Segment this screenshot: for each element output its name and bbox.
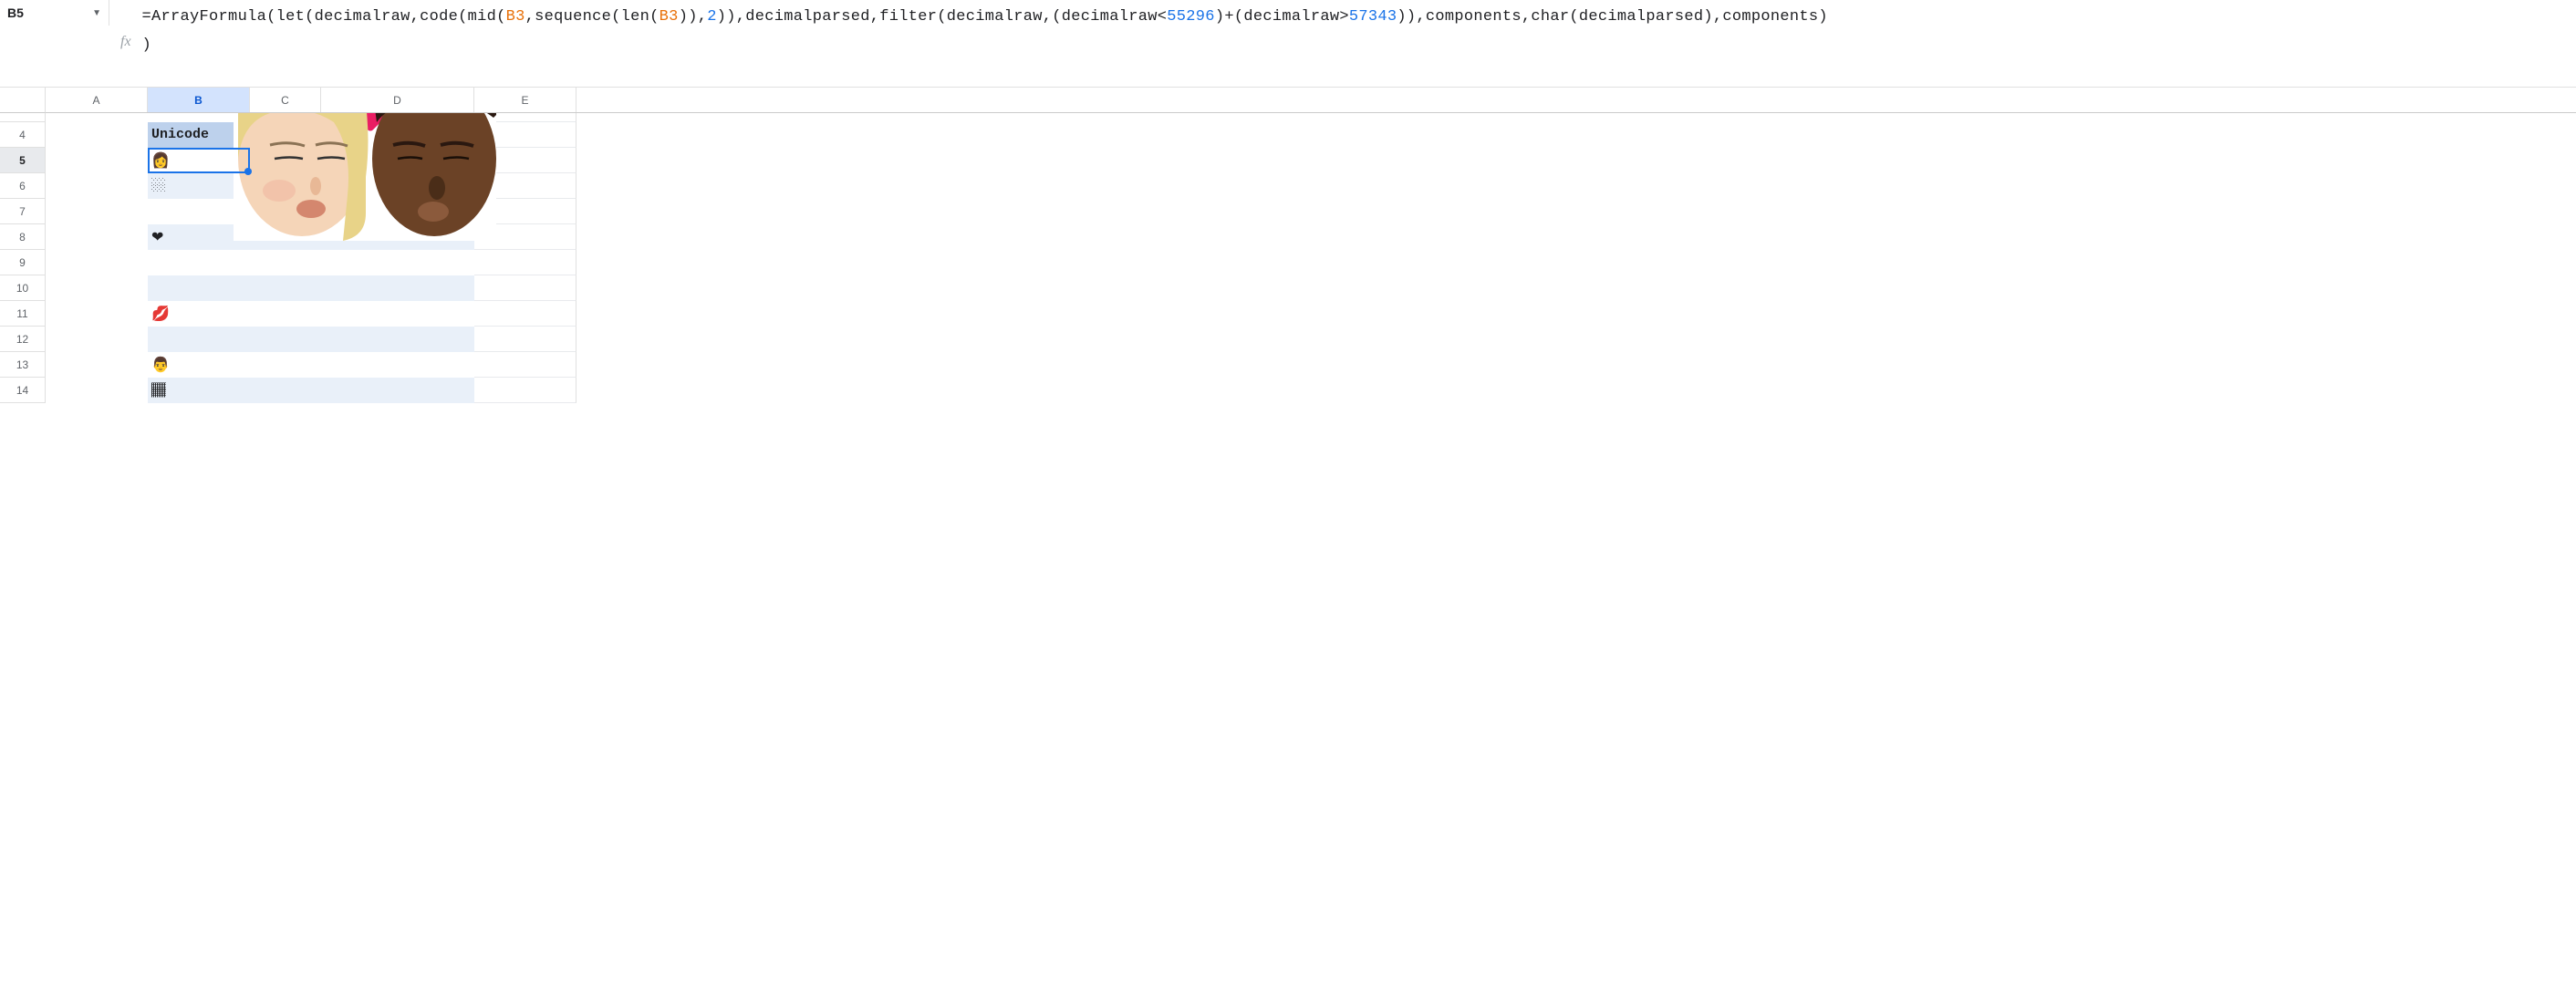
cell-B9[interactable] bbox=[148, 250, 250, 275]
cell-B14[interactable]: 🏾 bbox=[148, 378, 250, 403]
row-header-9[interactable]: 9 bbox=[0, 250, 46, 275]
cell-E14[interactable] bbox=[474, 378, 576, 403]
cell-reference-text: B5 bbox=[7, 5, 24, 20]
row-header-trunc[interactable] bbox=[0, 113, 46, 122]
cell-D13[interactable] bbox=[321, 352, 474, 378]
cell-rest bbox=[576, 122, 2576, 148]
cell-E13[interactable] bbox=[474, 352, 576, 378]
row-headers: 4567891011121314 bbox=[0, 88, 46, 996]
grid-row bbox=[46, 327, 2576, 352]
cell-A14[interactable] bbox=[46, 378, 148, 403]
select-all-corner[interactable] bbox=[0, 88, 46, 113]
cell-A12[interactable] bbox=[46, 327, 148, 352]
column-header-A[interactable]: A bbox=[46, 88, 148, 112]
column-header-B[interactable]: B bbox=[148, 88, 250, 112]
cell-A13[interactable] bbox=[46, 352, 148, 378]
row-header-8[interactable]: 8 bbox=[0, 224, 46, 250]
column-header-E[interactable]: E bbox=[474, 88, 576, 112]
column-header-D[interactable]: D bbox=[321, 88, 474, 112]
grid-row: 💋 bbox=[46, 301, 2576, 327]
row-header-14[interactable]: 14 bbox=[0, 378, 46, 403]
cell-A9[interactable] bbox=[46, 250, 148, 275]
grid-row bbox=[46, 275, 2576, 301]
row-header-6[interactable]: 6 bbox=[0, 173, 46, 199]
cell-E12[interactable] bbox=[474, 327, 576, 352]
column-header-C[interactable]: C bbox=[250, 88, 321, 112]
grid-row: 👨 bbox=[46, 352, 2576, 378]
cell-rest bbox=[576, 301, 2576, 327]
cell-E10[interactable] bbox=[474, 275, 576, 301]
cell-A10[interactable] bbox=[46, 275, 148, 301]
cell-B11[interactable]: 💋 bbox=[148, 301, 250, 327]
cell-D11[interactable] bbox=[321, 301, 474, 327]
cell-rest bbox=[576, 327, 2576, 352]
cell-C13[interactable] bbox=[250, 352, 321, 378]
row-header-10[interactable]: 10 bbox=[0, 275, 46, 301]
cell-rest bbox=[576, 148, 2576, 173]
cell-A6[interactable] bbox=[46, 173, 148, 199]
cell-B10[interactable] bbox=[148, 275, 250, 301]
cell-rest bbox=[576, 378, 2576, 403]
cell-D10[interactable] bbox=[321, 275, 474, 301]
emoji-image bbox=[234, 113, 496, 241]
cell-A11[interactable] bbox=[46, 301, 148, 327]
cell-D14[interactable] bbox=[321, 378, 474, 403]
cell-D9[interactable] bbox=[321, 250, 474, 275]
grid-row: 🏾 bbox=[46, 378, 2576, 403]
column-header-rest bbox=[576, 88, 2576, 112]
row-header-5[interactable]: 5 bbox=[0, 148, 46, 173]
cell-rest bbox=[576, 224, 2576, 250]
fx-icon: fx bbox=[120, 34, 131, 83]
cell-A5[interactable] bbox=[46, 148, 148, 173]
cell-rest bbox=[576, 113, 2576, 122]
grid-main: ABCDE bbox=[46, 88, 2576, 996]
row-header-11[interactable]: 11 bbox=[0, 301, 46, 327]
cell-C9[interactable] bbox=[250, 250, 321, 275]
cell-reference-box[interactable]: B5 ▼ bbox=[0, 0, 109, 26]
cell-E9[interactable] bbox=[474, 250, 576, 275]
row-header-4[interactable]: 4 bbox=[0, 122, 46, 148]
cell-C11[interactable] bbox=[250, 301, 321, 327]
cell-A7[interactable] bbox=[46, 199, 148, 224]
cell-A8[interactable] bbox=[46, 224, 148, 250]
cell-rest bbox=[576, 173, 2576, 199]
cell-A4[interactable] bbox=[46, 122, 148, 148]
cell-D12[interactable] bbox=[321, 327, 474, 352]
cell-rest bbox=[576, 275, 2576, 301]
cell-rest bbox=[576, 199, 2576, 224]
row-header-13[interactable]: 13 bbox=[0, 352, 46, 378]
cell-C12[interactable] bbox=[250, 327, 321, 352]
grid-row bbox=[46, 250, 2576, 275]
cell-rest bbox=[576, 250, 2576, 275]
cell-B12[interactable] bbox=[148, 327, 250, 352]
formula-content[interactable]: =ArrayFormula(let(decimalraw,code(mid(B3… bbox=[142, 4, 2569, 59]
formula-bar[interactable]: fx =ArrayFormula(let(decimalraw,code(mid… bbox=[109, 0, 2576, 87]
cell-A[interactable] bbox=[46, 113, 148, 122]
row-header-7[interactable]: 7 bbox=[0, 199, 46, 224]
cell-C14[interactable] bbox=[250, 378, 321, 403]
column-headers: ABCDE bbox=[46, 88, 2576, 113]
dropdown-icon: ▼ bbox=[92, 8, 101, 18]
cell-B13[interactable]: 👨 bbox=[148, 352, 250, 378]
cell-E11[interactable] bbox=[474, 301, 576, 327]
row-header-12[interactable]: 12 bbox=[0, 327, 46, 352]
cell-rest bbox=[576, 352, 2576, 378]
cell-C10[interactable] bbox=[250, 275, 321, 301]
